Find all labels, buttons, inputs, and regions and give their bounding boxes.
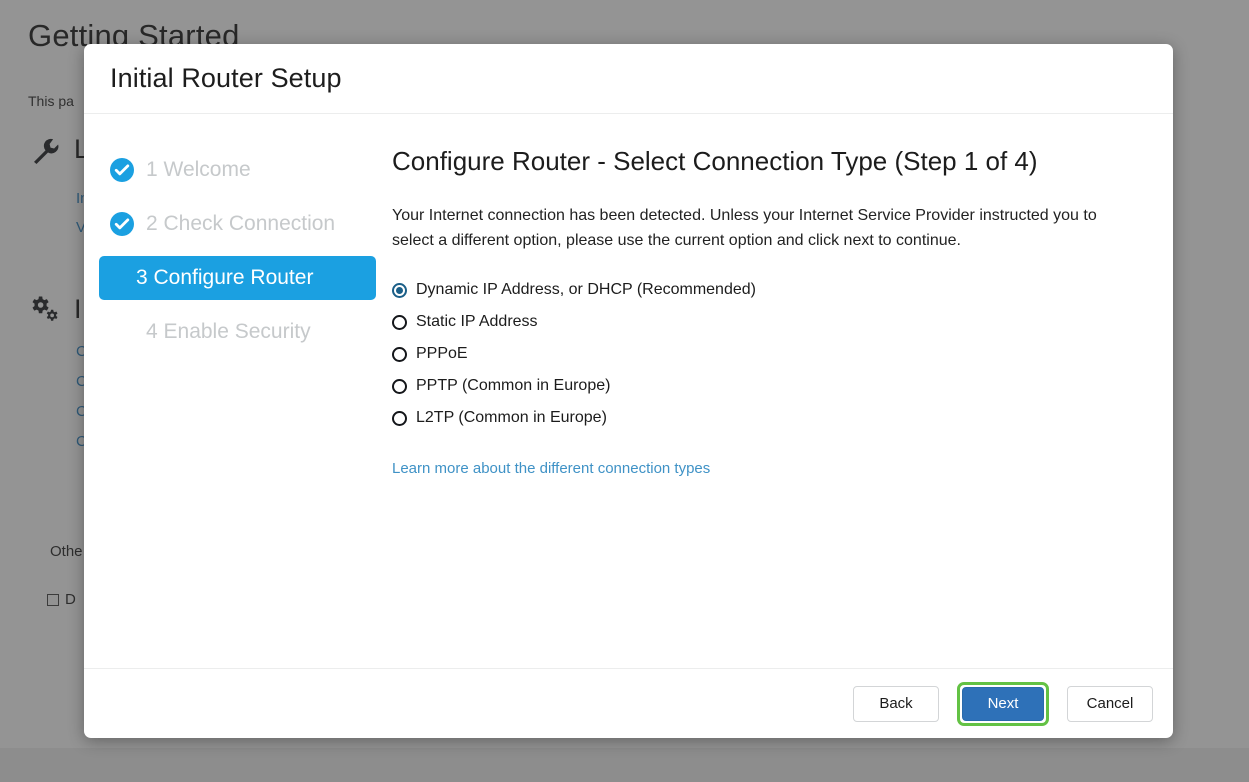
step-label: 4 Enable Security <box>146 320 311 343</box>
dialog-body: 1 Welcome 2 Check Connection 3 Configure… <box>84 114 1173 668</box>
step-item-enable-security[interactable]: 4 Enable Security <box>99 310 384 354</box>
step-item-configure-router[interactable]: 3 Configure Router <box>99 256 376 300</box>
dialog-footer: Back Next Cancel <box>84 668 1173 738</box>
radio-label: L2TP (Common in Europe) <box>416 409 607 427</box>
radio-icon[interactable] <box>392 282 407 298</box>
radio-icon[interactable] <box>392 314 407 330</box>
cancel-button[interactable]: Cancel <box>1067 685 1153 722</box>
radio-icon[interactable] <box>392 378 407 394</box>
radio-icon[interactable] <box>392 346 407 362</box>
radio-option-pppoe[interactable]: PPPoE <box>392 345 1133 363</box>
next-button-highlight-ring: Next <box>957 681 1049 726</box>
radio-option-l2tp[interactable]: L2TP (Common in Europe) <box>392 409 1133 427</box>
radio-option-static-ip[interactable]: Static IP Address <box>392 313 1133 331</box>
radio-label: Static IP Address <box>416 313 538 331</box>
step-label: 2 Check Connection <box>146 212 336 235</box>
wizard-content-pane: Configure Router - Select Connection Typ… <box>384 142 1173 668</box>
pane-title: Configure Router - Select Connection Typ… <box>392 146 1038 176</box>
pane-description: Your Internet connection has been detect… <box>392 207 1097 250</box>
learn-more-link[interactable]: Learn more about the different connectio… <box>392 460 710 477</box>
back-button[interactable]: Back <box>853 685 939 722</box>
step-badge-placeholder <box>109 319 135 345</box>
screen: Getting Started This pa L In V I <box>0 0 1249 782</box>
page-bottom-strip <box>0 748 1249 782</box>
step-item-check-connection[interactable]: 2 Check Connection <box>99 202 384 246</box>
radio-option-pptp[interactable]: PPTP (Common in Europe) <box>392 377 1133 395</box>
dialog-header: Initial Router Setup <box>84 44 1173 114</box>
check-circle-icon <box>109 211 135 237</box>
radio-label: PPTP (Common in Europe) <box>416 377 611 395</box>
wizard-step-list: 1 Welcome 2 Check Connection 3 Configure… <box>84 142 384 668</box>
step-item-welcome[interactable]: 1 Welcome <box>99 148 384 192</box>
connection-type-radio-group[interactable]: Dynamic IP Address, or DHCP (Recommended… <box>392 281 1133 427</box>
dialog-title: Initial Router Setup <box>110 63 342 93</box>
step-label: 3 Configure Router <box>136 266 314 289</box>
radio-label: PPPoE <box>416 345 468 363</box>
check-circle-icon <box>109 157 135 183</box>
initial-router-setup-dialog: Initial Router Setup 1 Welcome 2 Check C… <box>84 44 1173 738</box>
radio-icon[interactable] <box>392 410 407 426</box>
step-label: 1 Welcome <box>146 158 251 181</box>
radio-option-dhcp[interactable]: Dynamic IP Address, or DHCP (Recommended… <box>392 281 1133 299</box>
radio-label: Dynamic IP Address, or DHCP (Recommended… <box>416 281 756 299</box>
next-button[interactable]: Next <box>962 686 1044 721</box>
